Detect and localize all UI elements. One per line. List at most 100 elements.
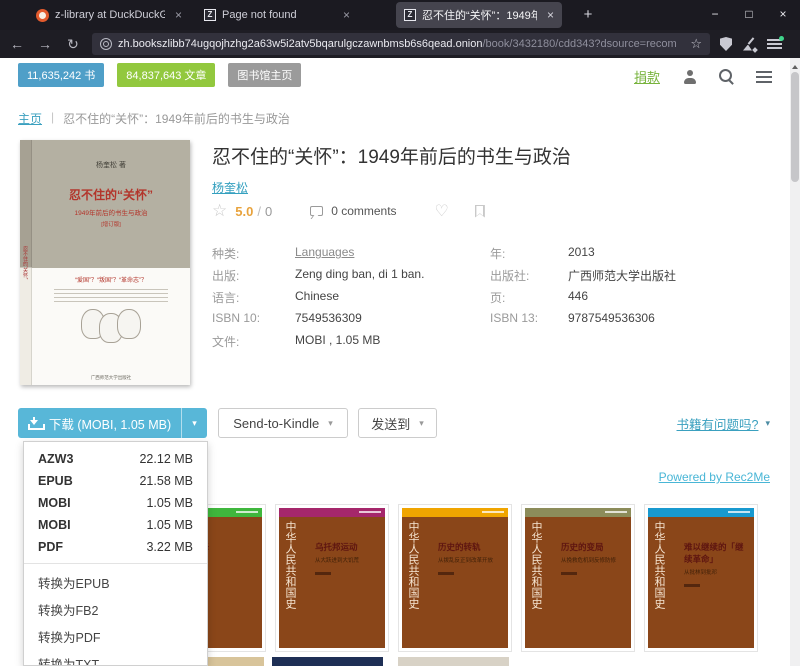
cover-author-line: 杨奎松 著: [32, 160, 190, 170]
scrollbar-thumb[interactable]: [791, 72, 799, 182]
sparkle-icon: [752, 47, 758, 53]
duckduckgo-favicon: [36, 9, 49, 22]
send-to-kindle-label: Send-to-Kindle: [233, 416, 319, 431]
cover-title-line: 忍不住的“关怀”: [32, 186, 190, 203]
portrait-sketch: [117, 309, 141, 339]
send-to-kindle-button[interactable]: Send-to-Kindle ▾: [218, 408, 348, 438]
detail-value: 7549536309: [295, 311, 362, 325]
next-row-cover[interactable]: [272, 657, 383, 666]
author-link[interactable]: 杨奎松: [212, 179, 248, 196]
forward-button[interactable]: →: [36, 36, 54, 52]
comments-icon[interactable]: [310, 206, 323, 216]
cover-subtitle-line: 1949年前后的书生与政治: [32, 207, 190, 217]
related-book-author-mark: [561, 572, 577, 575]
tab-page-not-found[interactable]: Z Page not found ×: [196, 2, 358, 28]
tab-duckduckgo[interactable]: z-library at DuckDuckGo ×: [28, 2, 190, 28]
library-home-badge[interactable]: 图书馆主页: [228, 63, 301, 87]
rating-divider: /: [257, 204, 261, 219]
related-book-subtitle: 从拨乱反正到改革开放: [438, 556, 504, 564]
page-content: 11,635,242 书 84,837,643 文章 图书馆主页 捐款 主页 |…: [0, 58, 800, 666]
related-book-cover[interactable]: 中华人民共和国史 难以继续的「继续革命」 从批林到批邓: [645, 505, 757, 651]
comments-label[interactable]: 0 comments: [331, 204, 396, 218]
detail-value: Chinese: [295, 289, 339, 303]
maximize-button[interactable]: □: [732, 0, 766, 30]
save-bookmark-icon[interactable]: [475, 205, 485, 218]
related-book-subtitle: 从大跃进到大饥荒: [315, 556, 381, 564]
tab-close-icon[interactable]: ×: [171, 8, 182, 22]
books-count-badge[interactable]: 11,635,242 书: [18, 63, 104, 87]
page-scrollbar[interactable]: [790, 58, 800, 666]
menu-item-convert[interactable]: 转换为EPUB: [24, 569, 207, 596]
series-calligraphy: 中华人民共和国史: [406, 521, 420, 648]
report-problem-link[interactable]: 书籍有问题吗? ▾: [677, 414, 770, 433]
shield-icon[interactable]: [720, 37, 732, 51]
search-icon[interactable]: [719, 69, 734, 84]
detail-label: 种类:: [212, 247, 239, 261]
book-cover-image[interactable]: 忍不住的“关怀” 杨奎松 著 忍不住的“关怀” 1949年前后的书生与政治 [增…: [20, 140, 190, 385]
detail-value: 446: [568, 289, 588, 303]
send-to-button[interactable]: 发送到 ▾: [358, 408, 437, 438]
menu-item-format[interactable]: MOBI 1.05 MB: [24, 492, 207, 514]
report-problem-label: 书籍有问题吗?: [677, 414, 759, 433]
detail-label: 年:: [490, 247, 505, 261]
site-menu-icon[interactable]: [756, 71, 772, 83]
favorite-heart-icon[interactable]: ♡: [435, 201, 449, 221]
next-row-cover[interactable]: [398, 657, 509, 666]
categories-link[interactable]: Languages: [295, 245, 354, 259]
articles-count-badge[interactable]: 84,837,643 文章: [117, 63, 215, 87]
onion-site-icon[interactable]: [100, 38, 112, 50]
detail-value: Zeng ding ban, di 1 ban.: [295, 267, 424, 281]
url-bar[interactable]: zh.bookszlibb74ugqojhzhg2a63w5i2atv5bqar…: [92, 33, 710, 55]
menu-item-convert[interactable]: 转换为TXT: [24, 650, 207, 666]
detail-label: 文件:: [212, 335, 239, 349]
menu-item-convert[interactable]: 转换为FB2: [24, 596, 207, 623]
related-book-cover[interactable]: 中华人民共和国史 历史的变局 从挽救危机到反修防修: [522, 505, 634, 651]
menu-item-convert[interactable]: 转换为PDF: [24, 623, 207, 650]
tab-close-icon[interactable]: ×: [339, 8, 350, 22]
reload-button[interactable]: ↻: [64, 36, 82, 53]
breadcrumb-home-link[interactable]: 主页: [18, 110, 42, 127]
download-icon: [28, 417, 41, 430]
related-book-title: 乌托邦运动: [315, 541, 381, 553]
related-book-cover[interactable]: 中华人民共和国史 乌托邦运动 从大跃进到大饥荒: [276, 505, 388, 651]
tab-book-page[interactable]: Z 忍不住的“关怀”：1949年前后的 ×: [396, 2, 562, 28]
cover-blurb-lines: [54, 289, 168, 302]
download-options-toggle[interactable]: ▾: [181, 408, 207, 438]
series-banner: [648, 508, 754, 517]
related-book-cover[interactable]: 中华人民共和国史 历史的转轨 从拨乱反正到改革开放: [399, 505, 511, 651]
url-text: zh.bookszlibb74ugqojhzhg2a63w5i2atv5bqar…: [118, 38, 684, 50]
menu-item-format[interactable]: AZW3 22.12 MB: [24, 448, 207, 470]
tab-title: Page not found: [222, 9, 333, 21]
donate-link[interactable]: 捐款: [634, 67, 660, 86]
new-tab-button[interactable]: +: [576, 4, 600, 26]
menu-item-format[interactable]: EPUB 21.58 MB: [24, 470, 207, 492]
cover-bottom-panel: “爱国”？“叛国”？“革命志”？ 广西师范大学出版社: [32, 268, 190, 385]
rating-star-icon[interactable]: ☆: [212, 201, 227, 221]
bookmark-star-icon[interactable]: ☆: [690, 36, 702, 52]
page-title: 忍不住的“关怀”：1949年前后的书生与政治: [212, 142, 772, 169]
related-book-subtitle: 从批林到批邓: [684, 568, 750, 576]
menu-item-format[interactable]: MOBI 1.05 MB: [24, 514, 207, 536]
breadcrumb: 主页 | 忍不住的“关怀”：1949年前后的书生与政治: [18, 110, 290, 127]
close-button[interactable]: ×: [766, 0, 800, 30]
format-size: 22.12 MB: [139, 452, 193, 466]
broom-icon[interactable]: [742, 37, 757, 52]
detail-label: 出版社:: [490, 269, 529, 283]
tab-title: z-library at DuckDuckGo: [55, 9, 165, 21]
powered-by-link[interactable]: Powered by Rec2Me: [659, 470, 770, 484]
format-name: MOBI: [38, 496, 71, 510]
related-cover-art: 中华人民共和国史 历史的转轨 从拨乱反正到改革开放: [402, 517, 508, 648]
scroll-up-arrow-icon[interactable]: [792, 62, 798, 69]
related-book-author-mark: [438, 572, 454, 575]
detail-value: 广西师范大学出版社: [568, 269, 676, 283]
download-button[interactable]: 下载 (MOBI, 1.05 MB): [18, 408, 181, 438]
related-cover-art: 中华人民共和国史 历史的变局 从挽救危机到反修防修: [525, 517, 631, 648]
detail-label: ISBN 13:: [490, 311, 538, 325]
tab-close-icon[interactable]: ×: [543, 8, 554, 22]
back-button[interactable]: ←: [8, 36, 26, 52]
profile-icon[interactable]: [682, 70, 697, 84]
minimize-button[interactable]: −: [698, 0, 732, 30]
cover-top-panel: 杨奎松 著 忍不住的“关怀” 1949年前后的书生与政治 [增订版]: [32, 140, 190, 268]
menu-item-format[interactable]: PDF 3.22 MB: [24, 536, 207, 558]
browser-menu-icon[interactable]: [767, 38, 782, 51]
